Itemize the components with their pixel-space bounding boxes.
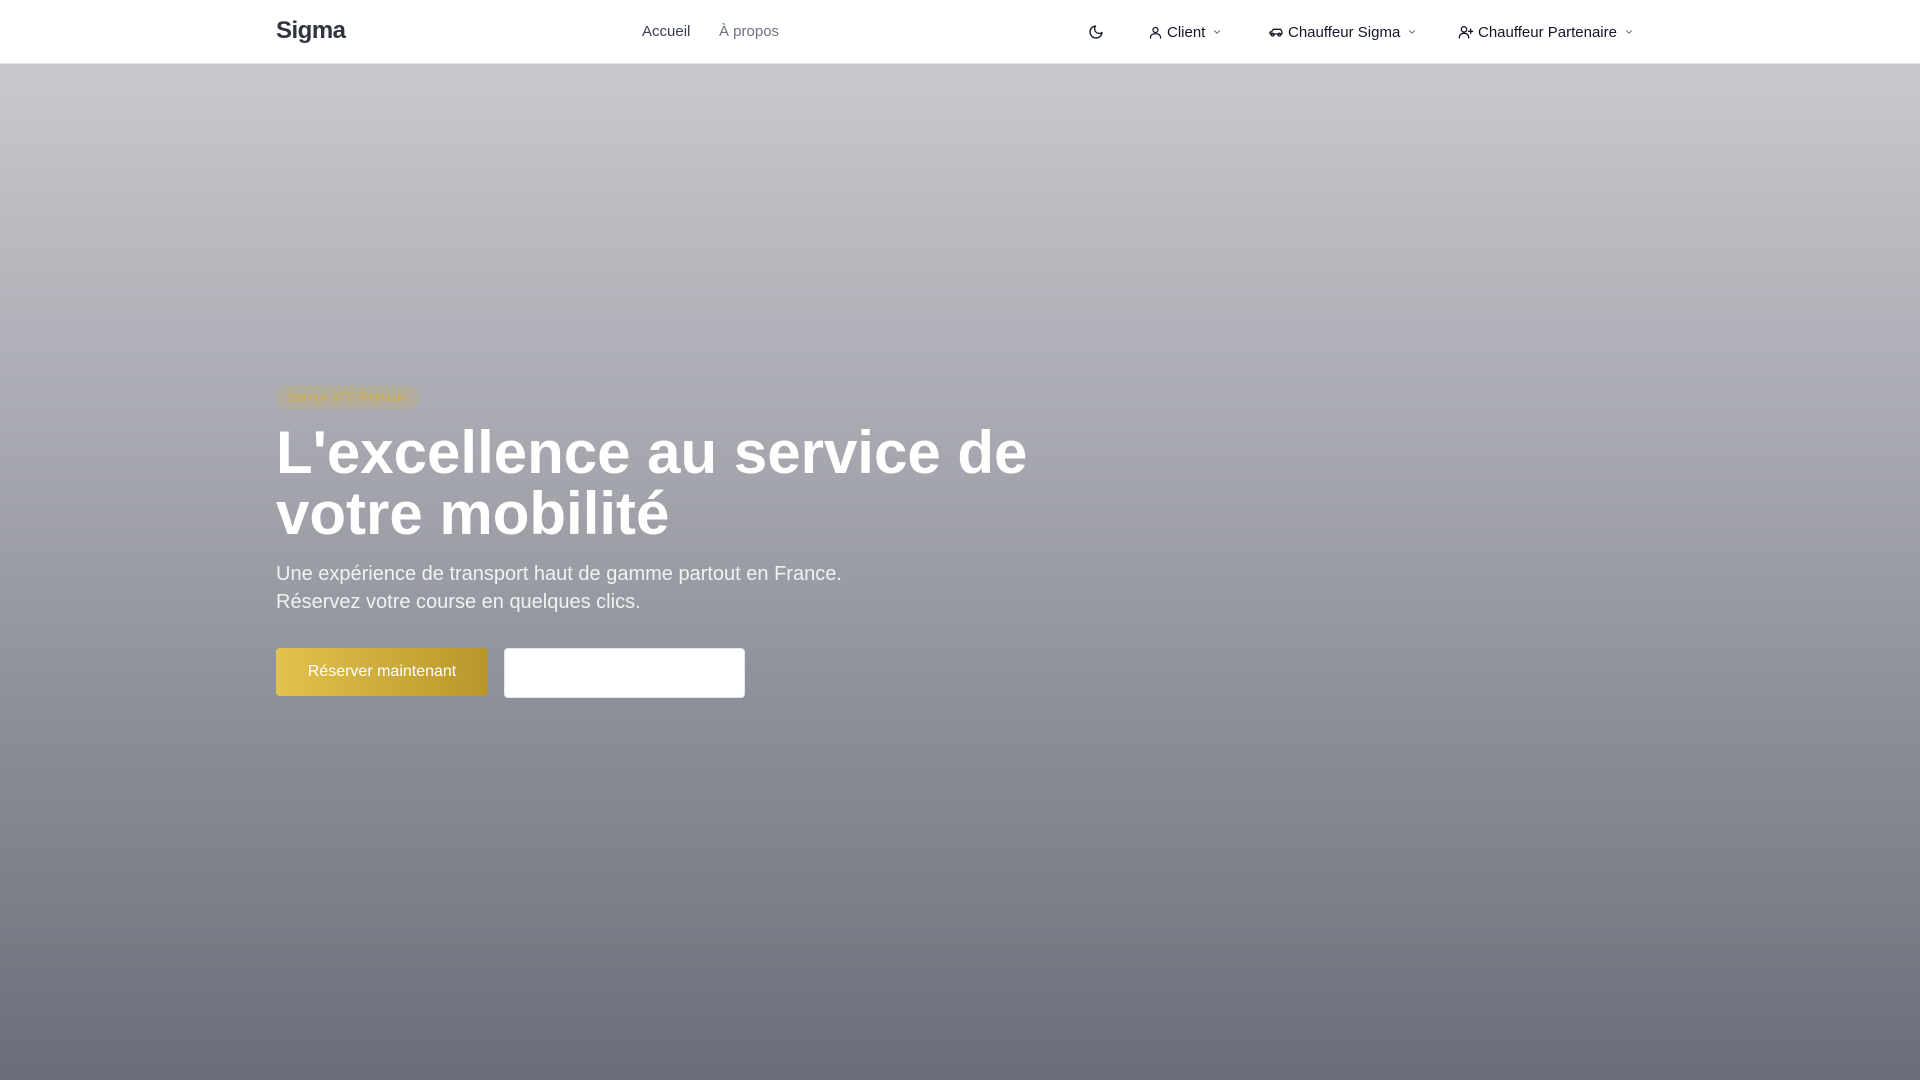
theme-toggle-button[interactable] xyxy=(1084,20,1108,44)
service-badge: Service VTC Premium xyxy=(276,385,419,409)
client-menu[interactable]: Client xyxy=(1148,20,1222,44)
chauffeur-partenaire-menu-label: Chauffeur Partenaire xyxy=(1478,23,1617,41)
nav-link-accueil[interactable]: Accueil xyxy=(642,23,690,40)
chauffeur-sigma-menu[interactable]: Chauffeur Sigma xyxy=(1268,20,1417,44)
car-icon xyxy=(1269,28,1283,37)
hero-section: Service VTC Premium L'excellence au serv… xyxy=(0,64,1920,1080)
hero-subtitle-line-2: Réservez votre course en quelques clics. xyxy=(276,591,641,613)
hero-subtitle: Une expérience de transport haut de gamm… xyxy=(276,560,976,616)
chevron-down-icon xyxy=(1214,30,1221,34)
logo[interactable]: Sigma xyxy=(276,17,346,45)
chevron-down-icon xyxy=(1409,30,1416,34)
moon-icon xyxy=(1089,25,1103,39)
client-menu-label: Client xyxy=(1167,23,1206,41)
chevron-down-icon xyxy=(1625,30,1633,34)
hero-subtitle-line-1: Une expérience de transport haut de gamm… xyxy=(276,563,842,585)
reserve-now-button[interactable]: Réserver maintenant xyxy=(276,648,488,696)
chauffeur-partenaire-menu[interactable]: Chauffeur Partenaire xyxy=(1458,20,1634,44)
nav-link-a-propos[interactable]: À propos xyxy=(719,23,779,40)
secondary-cta-button[interactable] xyxy=(504,648,745,698)
user-plus-icon xyxy=(1458,26,1474,39)
chauffeur-sigma-menu-label: Chauffeur Sigma xyxy=(1288,23,1401,41)
top-navbar: Sigma Accueil À propos Client Chauffeur … xyxy=(0,0,1920,64)
hero-title: L'excellence au service de votre mobilit… xyxy=(276,419,1028,547)
user-icon xyxy=(1149,26,1162,39)
